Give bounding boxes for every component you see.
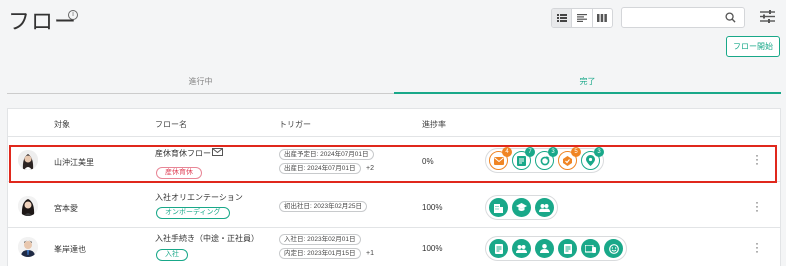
- trigger-chip: 初出社日: 2023年02月25日: [279, 201, 368, 212]
- smile-icon: [608, 243, 619, 254]
- mail-icon[interactable]: [212, 148, 223, 156]
- table-row[interactable]: 峯岸達也 入社手続き（中途・正社員） 入社 入社日: 2023年02月01日 内…: [8, 228, 780, 266]
- count-badge: 4: [502, 147, 512, 157]
- flow-name[interactable]: 産休育休フロー: [155, 148, 211, 159]
- table-header: 対象 フロー名 トリガー 進捗率: [8, 109, 780, 137]
- flow-page: フロー i フロー開始 進行中 完了 対象 フロー名 トリガー 進捗率 山沖江美…: [0, 0, 786, 266]
- flow-tag: オンボーディング: [156, 207, 230, 219]
- avatar: [18, 237, 38, 257]
- more-triggers-count[interactable]: +2: [366, 165, 374, 172]
- column-header-target: 対象: [54, 120, 70, 129]
- trigger-chip: 出産予定日: 2024年07月01日: [279, 149, 374, 160]
- refresh-task-button[interactable]: 3: [535, 147, 558, 170]
- document-task-button[interactable]: [489, 239, 508, 258]
- graduation-cap-icon: [516, 203, 527, 211]
- task-icon-group: [485, 195, 558, 220]
- trigger-chip: 入社日: 2023年02月01日: [279, 234, 361, 245]
- people-icon: [539, 203, 550, 212]
- mail-task-button[interactable]: 4: [489, 147, 512, 170]
- device-icon: [585, 244, 596, 253]
- people-task-button[interactable]: [535, 198, 554, 217]
- flow-name[interactable]: 入社オリエンテーション: [155, 192, 243, 203]
- document-task-button[interactable]: 7: [512, 147, 535, 170]
- device-task-button[interactable]: [581, 239, 600, 258]
- tab-completed[interactable]: 完了: [394, 70, 781, 94]
- status-tabs: 進行中 完了: [7, 70, 781, 94]
- table-row[interactable]: 山沖江美里 産休育休フロー 産休育休 出産予定日: 2024年07月01日 出産…: [8, 137, 780, 182]
- building-icon: [494, 203, 503, 213]
- tab-in-progress[interactable]: 進行中: [7, 70, 394, 94]
- count-badge: 3: [548, 147, 558, 157]
- education-task-button[interactable]: [512, 198, 531, 217]
- count-badge: 5: [571, 147, 581, 157]
- task-icon-group: [485, 236, 627, 261]
- flow-name[interactable]: 入社手続き（中途・正社員）: [155, 233, 259, 244]
- refresh-icon: [540, 155, 549, 165]
- document-task-button[interactable]: [558, 239, 577, 258]
- task-icon-group: 4 7 3 5 3: [485, 147, 604, 173]
- satisfaction-task-button[interactable]: [604, 239, 623, 258]
- progress-rate: 100%: [422, 244, 443, 253]
- person-icon: [540, 244, 549, 253]
- progress-rate: 0%: [422, 157, 434, 166]
- avatar: [18, 150, 38, 170]
- document-icon: [563, 243, 572, 254]
- list-view-icon: [556, 14, 567, 22]
- column-header-progress: 進捗率: [422, 120, 446, 129]
- search-box: [621, 7, 745, 28]
- trigger-chip: 出産日: 2024年07月01日: [279, 163, 361, 174]
- flow-table: 対象 フロー名 トリガー 進捗率 山沖江美里 産休育休フロー 産休育休 出産予定…: [7, 108, 781, 266]
- person-task-button[interactable]: [535, 239, 554, 258]
- page-title: フロー: [8, 9, 78, 34]
- info-icon[interactable]: i: [68, 10, 78, 20]
- target-name: 山沖江美里: [54, 158, 94, 167]
- mail-icon: [493, 156, 504, 165]
- search-input[interactable]: [622, 9, 718, 28]
- avatar: [18, 196, 38, 216]
- checklist-task-button[interactable]: 5: [558, 147, 581, 170]
- trigger-chip: 内定日: 2023年01月15日: [279, 248, 361, 259]
- start-flow-button[interactable]: フロー開始: [726, 36, 780, 57]
- list-view-button[interactable]: [552, 9, 573, 27]
- count-badge: 7: [525, 147, 535, 157]
- more-triggers-count[interactable]: +1: [366, 250, 374, 257]
- document-icon: [494, 243, 503, 254]
- column-header-flow-name: フロー名: [155, 120, 187, 129]
- location-task-button[interactable]: 3: [581, 147, 604, 170]
- target-name: 宮本愛: [54, 204, 78, 213]
- flow-tag: 入社: [156, 249, 188, 261]
- flow-tag: 産休育休: [156, 167, 202, 179]
- progress-rate: 100%: [422, 203, 443, 212]
- target-name: 峯岸達也: [54, 245, 86, 254]
- search-icon[interactable]: [725, 12, 736, 23]
- building-task-button[interactable]: [489, 198, 508, 217]
- row-menu-kebab-icon[interactable]: · · ·: [755, 237, 759, 257]
- row-menu-kebab-icon[interactable]: · · ·: [755, 149, 759, 169]
- table-row[interactable]: 宮本愛 入社オリエンテーション オンボーディング 初出社日: 2023年02月2…: [8, 187, 780, 228]
- text-view-button[interactable]: [572, 9, 593, 27]
- row-menu-kebab-icon[interactable]: · · ·: [755, 196, 759, 216]
- view-toggle: [551, 8, 613, 28]
- text-align-icon: [576, 14, 587, 22]
- column-header-trigger: トリガー: [279, 120, 311, 129]
- document-icon: [517, 155, 526, 166]
- location-icon: [586, 155, 595, 166]
- people-icon: [516, 244, 527, 253]
- people-task-button[interactable]: [512, 239, 531, 258]
- checklist-icon: [563, 155, 572, 166]
- count-badge: 3: [594, 147, 604, 157]
- column-view-icon: [597, 14, 608, 22]
- column-view-button[interactable]: [593, 9, 612, 27]
- filter-settings-icon[interactable]: [760, 10, 775, 23]
